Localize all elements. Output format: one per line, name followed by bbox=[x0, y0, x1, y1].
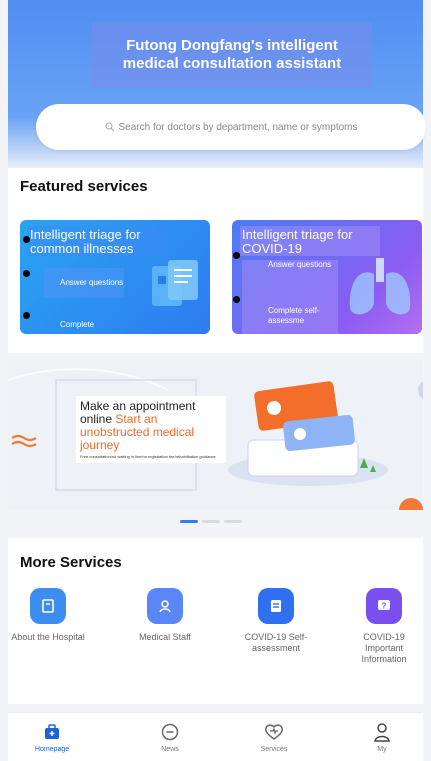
document-icon bbox=[258, 588, 294, 624]
card-covid-triage[interactable]: Intelligent triage for COVID-19 Answer q… bbox=[232, 220, 422, 334]
service-about-hospital[interactable]: About the Hospital bbox=[8, 588, 88, 643]
tab-label: News bbox=[161, 746, 179, 753]
tab-news[interactable]: News bbox=[140, 721, 200, 753]
chat-icon bbox=[140, 721, 200, 743]
hospital-icon bbox=[30, 588, 66, 624]
section-title: More Services bbox=[20, 554, 122, 571]
home-icon bbox=[22, 721, 82, 743]
banner-small: Free consultation/no waiting in line/no … bbox=[80, 454, 216, 459]
page-dot[interactable] bbox=[202, 520, 220, 523]
info-icon: ? bbox=[366, 588, 402, 624]
card-common-triage[interactable]: Intelligent triage for common illnesses … bbox=[20, 220, 210, 334]
service-covid-info[interactable]: ? COVID-19 Important Information bbox=[344, 588, 424, 665]
service-label: COVID-19 Self-assessment bbox=[244, 632, 308, 653]
bottom-tab-bar: Homepage News Services My bbox=[8, 712, 423, 761]
card-sub-answer: Answer questions bbox=[60, 278, 124, 287]
card-sub-answer: Answer questions bbox=[268, 260, 332, 269]
promo-banner[interactable]: Make an appointment online Start an unob… bbox=[8, 360, 423, 510]
doctor-icon bbox=[147, 588, 183, 624]
tab-label: My bbox=[377, 746, 387, 753]
more-services-section: More Services About the Hospital Medical… bbox=[8, 538, 423, 704]
search-placeholder: Search for doctors by department, name o… bbox=[118, 121, 358, 133]
tab-label: Homepage bbox=[34, 746, 70, 753]
search-icon bbox=[105, 122, 114, 132]
service-label: About the Hospital bbox=[11, 632, 85, 642]
card-sub-complete: Complete bbox=[60, 320, 95, 329]
page-dot[interactable] bbox=[224, 520, 242, 523]
heart-icon bbox=[244, 721, 304, 743]
tab-my[interactable]: My bbox=[352, 721, 412, 753]
section-title: Featured services bbox=[20, 178, 148, 195]
banner-line2: online bbox=[80, 412, 113, 426]
tab-services[interactable]: Services bbox=[244, 721, 304, 753]
card-title: Intelligent triage for common illnesses bbox=[28, 226, 180, 256]
header: Futong Dongfang's intelligent medical co… bbox=[8, 0, 426, 168]
service-covid-assessment[interactable]: COVID-19 Self-assessment bbox=[236, 588, 316, 654]
service-label: Medical Staff bbox=[139, 632, 191, 642]
featured-services-section: Featured services Intelligent triage for… bbox=[8, 168, 423, 353]
page-dot[interactable] bbox=[180, 520, 198, 523]
tab-label: Services bbox=[260, 746, 288, 753]
svg-text:?: ? bbox=[382, 602, 387, 611]
service-medical-staff[interactable]: Medical Staff bbox=[125, 588, 205, 643]
search-bar[interactable]: Search for doctors by department, name o… bbox=[36, 104, 426, 150]
user-icon bbox=[352, 721, 412, 743]
banner-pagination bbox=[180, 520, 242, 523]
app-title: Futong Dongfang's intelligent medical co… bbox=[92, 22, 372, 88]
lungs-icon bbox=[349, 258, 411, 315]
banner-line1: Make an appointment bbox=[80, 399, 196, 413]
documents-icon bbox=[152, 260, 198, 306]
tab-homepage[interactable]: Homepage bbox=[22, 721, 82, 753]
service-label: COVID-19 Important Information bbox=[361, 632, 407, 664]
banner-text: Make an appointment online Start an unob… bbox=[76, 396, 226, 463]
card-sub-complete: Complete self-assessme bbox=[268, 306, 320, 325]
